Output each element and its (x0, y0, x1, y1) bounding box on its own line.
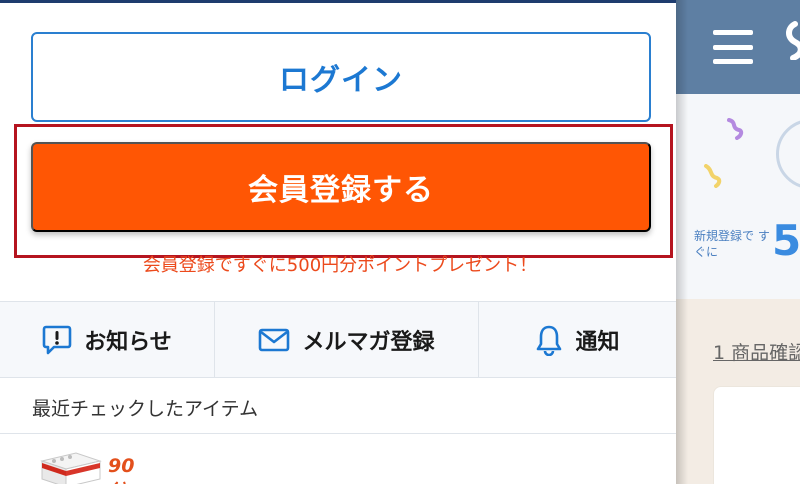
side-drawer: ログイン 会員登録する 会員登録ですぐに500円分ポイントプレゼント！ お知らせ (0, 0, 676, 484)
banner-number: 5 (772, 216, 800, 265)
register-button[interactable]: 会員登録する (31, 142, 651, 232)
login-button[interactable]: ログイン (31, 32, 651, 122)
badge-ring (776, 119, 800, 189)
divider (0, 433, 676, 434)
banner-text: 新規登録で すぐに (694, 229, 770, 259)
bell-icon (535, 324, 563, 356)
background-page: 新規登録で すぐに 5 1 商品確認 (676, 0, 800, 484)
page-header (676, 0, 800, 94)
promo-banner: 新規登録で すぐに 5 (676, 94, 800, 299)
product-thumbnail (40, 452, 102, 484)
promo-text: 会員登録ですぐに500円分ポイントプレゼント！ (142, 255, 538, 276)
recent-item[interactable]: 90錠 (38, 449, 148, 484)
cart-item-link[interactable]: 1 商品確認 (713, 338, 800, 365)
exclamation-bubble-icon (42, 324, 72, 356)
envelope-icon (258, 328, 290, 352)
recent-items-title: 最近チェックしたアイテム (32, 398, 259, 420)
quick-links: お知らせ メルマガ登録 通知 (0, 301, 676, 378)
news-label: お知らせ (84, 329, 172, 355)
confetti-icon (704, 164, 722, 188)
mailmag-link[interactable]: メルマガ登録 (214, 302, 478, 377)
hamburger-menu-icon[interactable] (713, 30, 753, 64)
notify-label: 通知 (575, 329, 620, 355)
notify-link[interactable]: 通知 (478, 302, 676, 377)
confetti-icon (727, 118, 744, 140)
drawer-shadow (676, 0, 688, 484)
content-card (713, 386, 800, 484)
mailmag-label: メルマガ登録 (302, 329, 435, 355)
news-link[interactable]: お知らせ (0, 302, 214, 377)
product-count-label: 90錠 (108, 455, 135, 484)
logo-icon (786, 21, 800, 60)
